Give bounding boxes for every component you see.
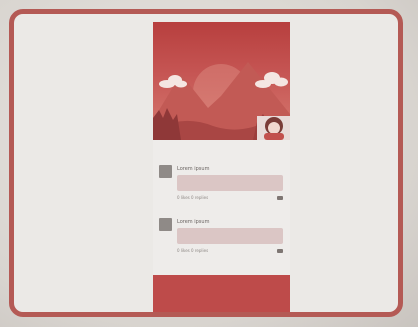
post-content <box>177 228 283 244</box>
app-window: Lorem ipsum 0 likes 0 replies Lorem ipsu… <box>153 22 290 312</box>
post-author-name[interactable]: Lorem ipsum <box>177 166 209 172</box>
post-content <box>177 175 283 191</box>
photo-scene: Lorem ipsum 0 likes 0 replies Lorem ipsu… <box>0 0 418 327</box>
hero-banner <box>153 22 290 140</box>
landscape-illustration <box>153 62 290 140</box>
screen-frame: Lorem ipsum 0 likes 0 replies Lorem ipsu… <box>9 9 403 317</box>
comment-count-icon[interactable] <box>277 249 283 253</box>
profile-avatar-icon[interactable] <box>257 116 290 140</box>
comment-count-icon[interactable] <box>277 196 283 200</box>
post-author-name[interactable]: Lorem ipsum <box>177 219 209 225</box>
post-item[interactable]: Lorem ipsum 0 likes 0 replies <box>159 218 285 260</box>
footer-bar <box>153 275 290 312</box>
post-item[interactable]: Lorem ipsum 0 likes 0 replies <box>159 165 285 205</box>
avatar[interactable] <box>159 218 172 231</box>
post-meta: 0 likes 0 replies <box>177 248 209 253</box>
avatar[interactable] <box>159 165 172 178</box>
post-meta: 0 likes 0 replies <box>177 195 209 200</box>
